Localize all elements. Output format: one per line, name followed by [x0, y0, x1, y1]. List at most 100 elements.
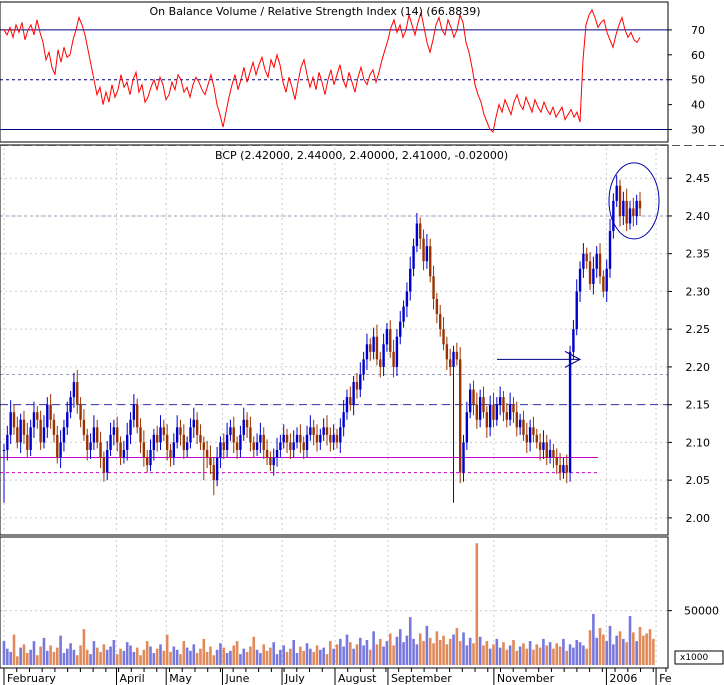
volume-bar [495, 638, 499, 665]
volume-bar [242, 648, 246, 665]
volume-bar [642, 635, 645, 665]
price-candle [458, 347, 462, 484]
volume-bar [269, 647, 272, 665]
volume-bar [332, 648, 335, 665]
volume-bar [542, 638, 545, 665]
volume-bar [339, 638, 342, 665]
volume-bar [442, 635, 445, 665]
volume-bar [6, 648, 9, 665]
volume-bar [295, 653, 299, 665]
volume-bar [192, 644, 196, 665]
volume-bar [289, 648, 292, 665]
volume-bar [498, 647, 502, 665]
volume-bar [239, 654, 242, 665]
volume-bar [385, 641, 389, 665]
volume-bar [99, 651, 102, 665]
volume-bar [62, 653, 66, 665]
rsi-tick-label: 50 [691, 74, 705, 87]
volume-bar [132, 651, 136, 665]
volume-bar [595, 637, 599, 665]
volume-bar [435, 631, 439, 665]
x-axis-label: Fe [659, 672, 672, 685]
volume-bar [209, 646, 212, 665]
volume-bar [155, 648, 159, 665]
volume-bar [588, 630, 592, 665]
volume-bar [552, 648, 555, 665]
volume-bar [315, 645, 319, 665]
volume-bar [265, 650, 269, 665]
stock-chart: 30 40 50 60 70 2.00 2.05 2.10 2.15 2.20 2.25 2.30 2… [0, 0, 724, 685]
volume-bar [199, 648, 202, 665]
volume-bar [375, 644, 379, 665]
rsi-tick-label: 40 [691, 99, 705, 112]
volume-bar [518, 646, 522, 665]
volume-bar [292, 640, 295, 665]
volume-bar [528, 641, 532, 665]
volume-bar [119, 648, 122, 665]
volume-bar [472, 643, 475, 665]
x-axis-label: September [391, 672, 452, 685]
volume-bar [262, 644, 266, 665]
volume-bar [59, 635, 62, 665]
price-tick-label: 2.30 [686, 285, 711, 298]
volume-bar [229, 650, 232, 665]
volume-bar [615, 635, 618, 665]
volume-bar [382, 646, 385, 665]
volume-bar [565, 650, 569, 665]
volume-bar [415, 644, 419, 665]
volume-bar [602, 634, 605, 665]
volume-bar [169, 651, 172, 665]
price-tick-label: 2.10 [686, 436, 711, 449]
volume-bar [195, 653, 199, 665]
volume-bar [512, 640, 515, 665]
volume-bar [405, 635, 409, 665]
volume-bar [632, 632, 635, 665]
volume-bar [175, 649, 179, 665]
volume-bar [179, 654, 182, 665]
volume-bar [522, 643, 525, 665]
volume-bar [412, 638, 415, 665]
price-tick-label: 2.05 [686, 474, 711, 487]
volume-bar [345, 634, 349, 665]
volume-bar [189, 650, 192, 665]
price-candle [568, 345, 572, 482]
volume-bar [482, 645, 485, 665]
volume-bar [149, 646, 152, 665]
volume-bar [19, 647, 22, 665]
volume-bar [109, 646, 112, 665]
volume-bar [605, 641, 609, 665]
volume-bar [612, 644, 615, 665]
volume-bar [562, 638, 565, 665]
volume-bar [49, 645, 52, 665]
volume-bar [89, 654, 92, 665]
x-axis-label: August [338, 672, 377, 685]
volume-bar [568, 644, 572, 665]
volume-bar [202, 638, 206, 665]
volume-bar [548, 642, 552, 665]
volume-bar [252, 636, 256, 665]
volume-bar [162, 650, 166, 665]
volume-bar [135, 647, 139, 665]
volume-bar [309, 648, 312, 665]
volume-bar [392, 645, 395, 665]
rsi-tick-label: 60 [691, 49, 705, 62]
volume-bar [255, 649, 259, 665]
volume-bar [618, 631, 622, 665]
rsi-tick-label: 70 [691, 24, 705, 37]
volume-bar [26, 653, 29, 665]
volume-bar [575, 640, 579, 665]
volume-bar [652, 638, 655, 665]
volume-bar [635, 641, 638, 665]
x-axis-label: May [169, 672, 192, 685]
volume-bar [422, 641, 425, 665]
volume-bar [172, 646, 176, 665]
volume-bar [525, 648, 529, 665]
volume-bar [475, 543, 479, 665]
volume-bar [545, 645, 549, 665]
volume-bar [245, 651, 249, 665]
volume-bar [249, 646, 252, 665]
volume-bar [448, 638, 452, 665]
volume-bar [555, 643, 559, 665]
volume-bar [39, 646, 42, 665]
volume-bar [45, 650, 49, 665]
